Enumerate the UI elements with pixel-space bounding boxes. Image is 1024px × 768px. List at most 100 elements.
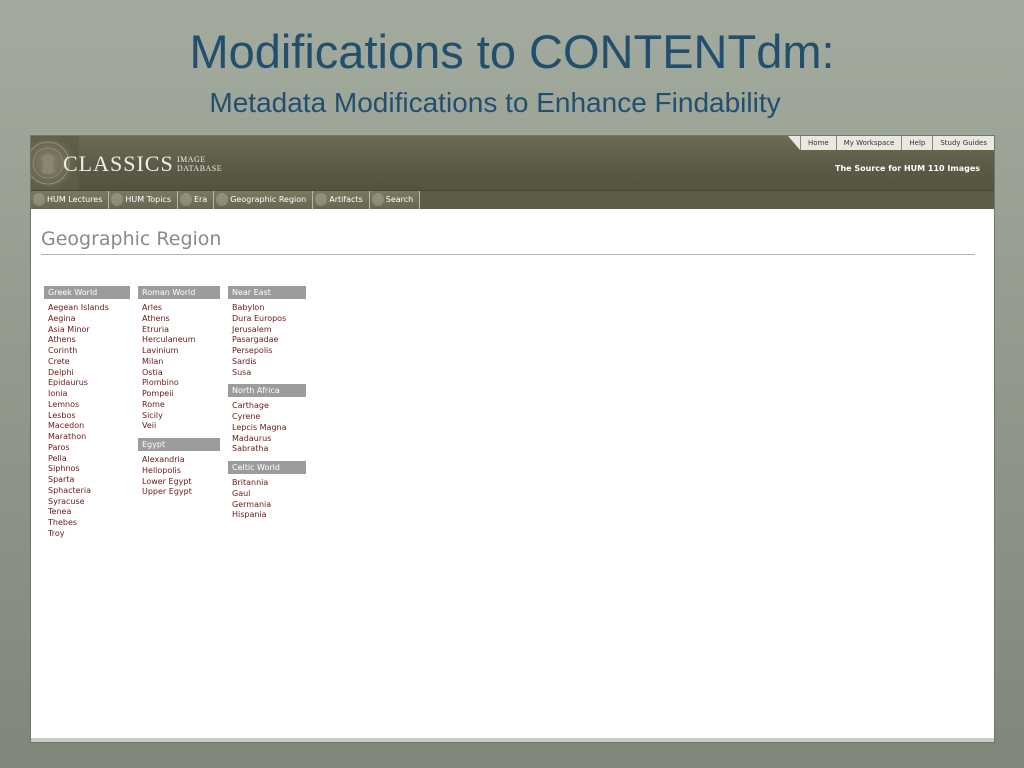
region-link[interactable]: Syracuse (48, 497, 130, 508)
nav-search[interactable]: Search (369, 191, 421, 209)
region-link[interactable]: Persepolis (232, 346, 306, 357)
region-link[interactable]: Athens (142, 314, 220, 325)
nav-artifacts[interactable]: Artifacts (313, 191, 370, 209)
heading-divider (41, 254, 975, 255)
region-link[interactable]: Hispania (232, 510, 306, 521)
search-icon (371, 193, 384, 206)
region-heading: Egypt (138, 438, 220, 451)
region-link[interactable]: Etruria (142, 325, 220, 336)
top-links: Home My Workspace Help Study Guides (788, 136, 994, 150)
region-list: Babylon Dura Europos Jerusalem Pasargadae Pe… (228, 299, 306, 382)
site-logo-subtitle: IMAGE DATABASE (177, 155, 222, 173)
region-link[interactable]: Germania (232, 500, 306, 511)
nav-label: Era (193, 195, 208, 204)
nav-label: Artifacts (329, 195, 363, 204)
region-link[interactable]: Britannia (232, 478, 306, 489)
site-banner: CLASSICS IMAGE DATABASE Home My Workspac… (31, 136, 994, 190)
slide-title: Modifications to CONTENTdm: (189, 25, 835, 78)
screenshot-bottom-bar (31, 738, 994, 742)
region-column-1: Greek World Aegean Islands Aegina Asia Mino… (44, 286, 130, 544)
region-link[interactable]: Lavinium (142, 346, 220, 357)
region-link[interactable]: Ionia (48, 389, 130, 400)
region-link[interactable]: Pompeii (142, 389, 220, 400)
region-link[interactable]: Jerusalem (232, 325, 306, 336)
region-link[interactable]: Sphacteria (48, 486, 130, 497)
nav-ornament-icon (315, 193, 328, 206)
region-link[interactable]: Crete (48, 357, 130, 368)
region-heading: North Africa (228, 384, 306, 398)
site-tagline: The Source for HUM 110 Images (835, 164, 980, 173)
nav-ornament-icon (216, 193, 229, 206)
region-link[interactable]: Upper Egypt (142, 487, 220, 498)
website-screenshot: CLASSICS IMAGE DATABASE Home My Workspac… (31, 136, 994, 742)
toplink-study-guides[interactable]: Study Guides (932, 136, 994, 150)
logo-sub-line-1: IMAGE (177, 155, 206, 164)
region-link[interactable]: Paros (48, 443, 130, 454)
site-logo[interactable]: CLASSICS (63, 151, 174, 177)
region-link[interactable]: Cyrene (232, 412, 306, 423)
region-box: Near East Babylon Dura Europos Jerusalem Pas… (228, 286, 306, 382)
region-link[interactable]: Pasargadae (232, 335, 306, 346)
region-link[interactable]: Delphi (48, 368, 130, 379)
region-link[interactable]: Gaul (232, 489, 306, 500)
region-link[interactable]: Herculaneum (142, 335, 220, 346)
toplink-my-workspace[interactable]: My Workspace (835, 136, 902, 150)
region-link[interactable]: Lesbos (48, 411, 130, 422)
region-link[interactable]: Dura Europos (232, 314, 306, 325)
region-link[interactable]: Veii (142, 421, 220, 432)
region-link[interactable]: Epidaurus (48, 378, 130, 389)
region-link[interactable]: Asia Minor (48, 325, 130, 336)
region-box: Celtic World Britannia Gaul Germania Hispani… (228, 461, 306, 525)
nav-label: Search (385, 195, 414, 204)
nav-ornament-icon (111, 193, 124, 206)
region-link[interactable]: Susa (232, 368, 306, 379)
region-list: Arles Athens Etruria Herculaneum Lavinium Mil… (138, 299, 220, 436)
region-list: Alexandria Heliopolis Lower Egypt Upper Egy… (138, 451, 220, 502)
region-link[interactable]: Milan (142, 357, 220, 368)
region-link[interactable]: Pella (48, 454, 130, 465)
region-link[interactable]: Sabratha (232, 444, 306, 455)
region-link[interactable]: Marathon (48, 432, 130, 443)
region-link[interactable]: Aegina (48, 314, 130, 325)
region-link[interactable]: Siphnos (48, 464, 130, 475)
region-heading: Greek World (44, 286, 130, 299)
toplink-home[interactable]: Home (800, 136, 836, 150)
region-link[interactable]: Lower Egypt (142, 477, 220, 488)
region-link[interactable]: Aegean Islands (48, 303, 130, 314)
region-link[interactable]: Corinth (48, 346, 130, 357)
toplink-help[interactable]: Help (901, 136, 933, 150)
region-link[interactable]: Athens (48, 335, 130, 346)
region-box: Roman World Arles Athens Etruria Herculaneum… (138, 286, 220, 436)
nav-hum-topics[interactable]: HUM Topics (109, 191, 178, 209)
nav-hum-lectures[interactable]: HUM Lectures (31, 191, 110, 209)
region-link[interactable]: Rome (142, 400, 220, 411)
region-link[interactable]: Sardis (232, 357, 306, 368)
region-heading: Celtic World (228, 461, 306, 474)
region-link[interactable]: Heliopolis (142, 466, 220, 477)
region-link[interactable]: Ostia (142, 368, 220, 379)
region-link[interactable]: Lemnos (48, 400, 130, 411)
region-link[interactable]: Arles (142, 303, 220, 314)
region-heading: Near East (228, 286, 306, 299)
region-link[interactable]: Alexandria (142, 455, 220, 466)
region-link[interactable]: Carthage (232, 401, 306, 412)
region-link[interactable]: Sparta (48, 475, 130, 486)
region-link[interactable]: Macedon (48, 421, 130, 432)
region-list: Aegean Islands Aegina Asia Minor Athens Cori… (44, 299, 130, 544)
region-link[interactable]: Babylon (232, 303, 306, 314)
nav-label: HUM Topics (125, 195, 171, 204)
region-link[interactable]: Lepcis Magna (232, 423, 306, 434)
region-link[interactable]: Thebes (48, 518, 130, 529)
nav-label: Geographic Region (230, 195, 307, 204)
region-link[interactable]: Madaurus (232, 434, 306, 445)
region-column-3: Near East Babylon Dura Europos Jerusalem Pas… (228, 286, 306, 525)
region-link[interactable]: Troy (48, 529, 130, 540)
region-link[interactable]: Piombino (142, 378, 220, 389)
region-link[interactable]: Tenea (48, 507, 130, 518)
nav-geographic-region[interactable]: Geographic Region (214, 191, 314, 209)
region-box: Egypt Alexandria Heliopolis Lower Egypt Uppe… (138, 438, 220, 502)
region-box: North Africa Carthage Cyrene Lepcis Magna Ma… (228, 384, 306, 459)
nav-ornament-icon (33, 193, 45, 206)
nav-era[interactable]: Era (177, 191, 215, 209)
region-link[interactable]: Sicily (142, 411, 220, 422)
